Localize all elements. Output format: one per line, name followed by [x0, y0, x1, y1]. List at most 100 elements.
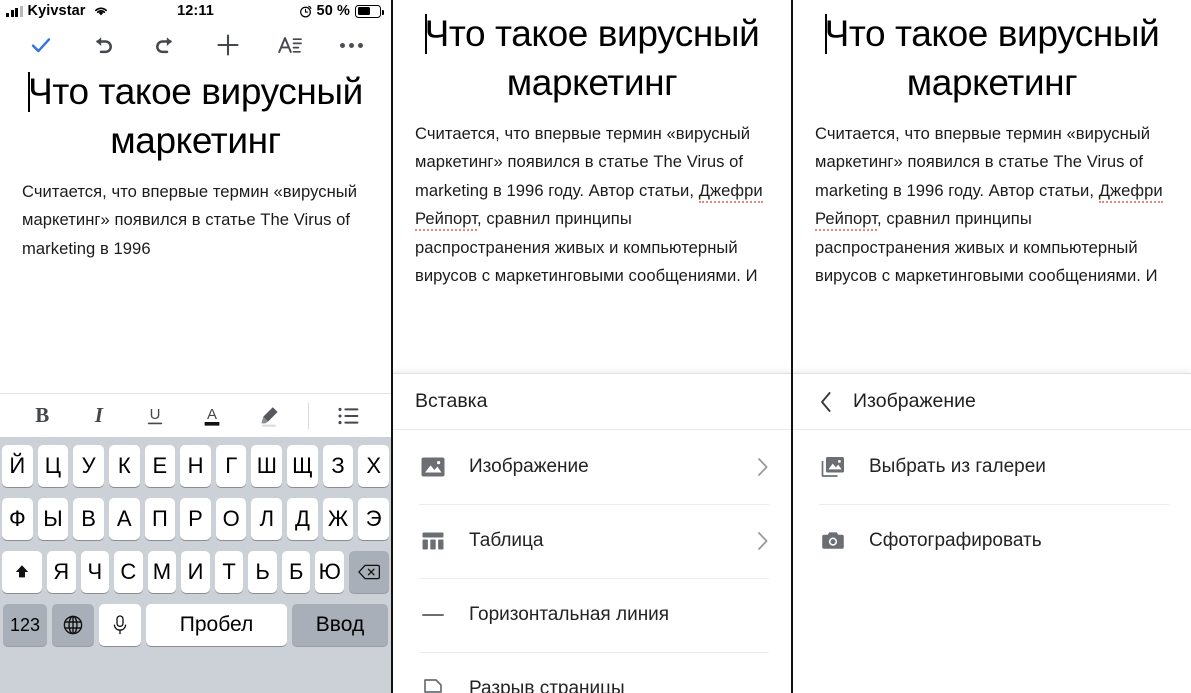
insert-bottom-sheet: Вставка Изображение Таблица Горизонтальн…: [393, 373, 791, 693]
key-letter[interactable]: Й: [1, 445, 33, 487]
microphone-icon: [113, 615, 127, 635]
key-letter[interactable]: Г: [215, 445, 247, 487]
document-title-text: Что такое вирусный маркетинг: [28, 71, 363, 161]
key-letter[interactable]: К: [108, 445, 140, 487]
keyboard-row-4: 123 Пробел Ввод: [0, 604, 391, 646]
image-bottom-sheet: Изображение Выбрать из галереи Сфотограф…: [793, 373, 1191, 693]
alarm-clock-icon: [299, 5, 312, 18]
key-letter[interactable]: А: [108, 498, 140, 540]
more-options-icon: [340, 42, 364, 48]
space-key[interactable]: Пробел: [146, 604, 287, 646]
key-letter[interactable]: Д: [287, 498, 318, 540]
key-letter[interactable]: И: [181, 551, 210, 593]
menu-item-page-break[interactable]: Разрыв страницы: [393, 652, 791, 693]
more-options-button[interactable]: [335, 28, 369, 62]
insert-sheet-title: Вставка: [415, 390, 488, 412]
globe-key[interactable]: [52, 604, 94, 646]
key-letter[interactable]: Щ: [287, 445, 318, 487]
key-letter[interactable]: Ш: [251, 445, 283, 487]
key-letter[interactable]: Ю: [315, 551, 345, 593]
panel-image-submenu: Что такое вирусный маркетинг Считается, …: [791, 0, 1191, 693]
highlight-button[interactable]: [252, 400, 286, 432]
virtual-keyboard[interactable]: Й Ц У К Е Н Г Ш Щ З Х Ф Ы В А П Р О Л Д …: [0, 437, 391, 693]
document-body-text: Считается, что впервые термин «вирусный …: [22, 181, 358, 258]
menu-item-label: Выбрать из галереи: [869, 456, 1046, 477]
italic-button[interactable]: I: [82, 400, 116, 432]
insert-sheet-header: Вставка: [393, 374, 791, 430]
body-line: году. Автор статьи,: [948, 180, 1099, 200]
body-line: маркетинговыми сообщениями. И: [494, 266, 758, 286]
status-bar-left: Kyivstar: [6, 3, 109, 19]
list-button[interactable]: [332, 400, 366, 432]
key-letter[interactable]: З: [322, 445, 354, 487]
document-body-panel2: Считается, что впервые термин «вирусный …: [415, 120, 769, 291]
enter-key[interactable]: Ввод: [292, 604, 388, 646]
globe-icon: [63, 615, 83, 635]
insert-add-button[interactable]: [211, 28, 245, 62]
gallery-icon: [819, 453, 847, 481]
misspelled-word: Рейпорт: [815, 209, 878, 232]
keyboard-row-1: Й Ц У К Е Н Г Ш Щ З Х: [0, 445, 391, 487]
plus-icon: [217, 34, 239, 56]
key-letter[interactable]: Л: [251, 498, 283, 540]
menu-item-take-photo[interactable]: Сфотографировать: [793, 504, 1191, 578]
back-chevron-icon[interactable]: [815, 391, 837, 413]
menu-item-label: Сфотографировать: [869, 530, 1042, 551]
key-letter[interactable]: М: [147, 551, 177, 593]
menu-item-horizontal-line[interactable]: Горизонтальная линия: [393, 578, 791, 652]
key-letter[interactable]: Э: [358, 498, 390, 540]
done-check-button[interactable]: [24, 28, 58, 62]
key-letter[interactable]: П: [144, 498, 176, 540]
key-letter[interactable]: Ч: [80, 551, 110, 593]
key-letter[interactable]: Е: [144, 445, 176, 487]
key-letter[interactable]: Ь: [248, 551, 277, 593]
key-letter[interactable]: С: [114, 551, 143, 593]
document-title-text: Что такое вирусный маркетинг: [424, 13, 760, 103]
menu-item-choose-from-gallery[interactable]: Выбрать из галереи: [793, 430, 1191, 504]
key-letter[interactable]: Я: [46, 551, 76, 593]
menu-item-image[interactable]: Изображение: [393, 430, 791, 504]
document-area-panel3[interactable]: Что такое вирусный маркетинг Считается, …: [793, 0, 1191, 291]
key-letter[interactable]: О: [215, 498, 247, 540]
keyboard-row-3: Я Ч С М И Т Ь Б Ю: [0, 551, 391, 593]
key-letter[interactable]: Ф: [1, 498, 33, 540]
underline-button[interactable]: U: [138, 400, 172, 432]
key-letter[interactable]: Т: [214, 551, 244, 593]
document-area-panel1[interactable]: Что такое вирусный маркетинг Считается, …: [0, 68, 391, 263]
text-color-icon: A: [204, 406, 220, 426]
text-color-button[interactable]: A: [195, 400, 229, 432]
menu-item-table[interactable]: Таблица: [393, 504, 791, 578]
camera-icon: [819, 527, 847, 555]
misspelled-word: Джефри: [698, 180, 763, 203]
key-letter[interactable]: Ц: [37, 445, 69, 487]
key-letter[interactable]: Н: [180, 445, 211, 487]
text-format-button[interactable]: [273, 28, 307, 62]
panel-editor-keyboard: Kyivstar 12:11 50 % Что такое вирусный м…: [0, 0, 391, 693]
key-letter[interactable]: Б: [281, 551, 311, 593]
body-punct: ,: [877, 209, 882, 229]
svg-text:U: U: [150, 406, 161, 423]
cellular-signal-icon: [6, 5, 23, 17]
bold-button[interactable]: B: [25, 400, 59, 432]
document-title: Что такое вирусный маркетинг: [815, 10, 1169, 108]
numbers-key[interactable]: 123: [3, 604, 47, 646]
three-panel-screenshot: Kyivstar 12:11 50 % Что такое вирусный м…: [0, 0, 1191, 693]
shift-key[interactable]: [1, 551, 42, 593]
table-icon: [419, 527, 447, 555]
highlighter-icon: [260, 406, 278, 427]
key-letter[interactable]: Ы: [37, 498, 69, 540]
document-title-text: Что такое вирусный маркетинг: [824, 13, 1160, 103]
body-line: маркетинговыми сообщениями. И: [894, 266, 1158, 286]
key-letter[interactable]: Х: [358, 445, 390, 487]
document-body-panel1: Считается, что впервые термин «вирусный …: [22, 178, 369, 264]
key-letter[interactable]: В: [73, 498, 104, 540]
format-toolbar: B I U A: [0, 393, 391, 437]
redo-button[interactable]: [148, 28, 182, 62]
undo-button[interactable]: [86, 28, 120, 62]
key-letter[interactable]: Ж: [322, 498, 354, 540]
backspace-key[interactable]: [349, 551, 390, 593]
document-area-panel2[interactable]: Что такое вирусный маркетинг Считается, …: [393, 0, 791, 291]
key-letter[interactable]: Р: [180, 498, 211, 540]
microphone-key[interactable]: [99, 604, 141, 646]
key-letter[interactable]: У: [73, 445, 104, 487]
